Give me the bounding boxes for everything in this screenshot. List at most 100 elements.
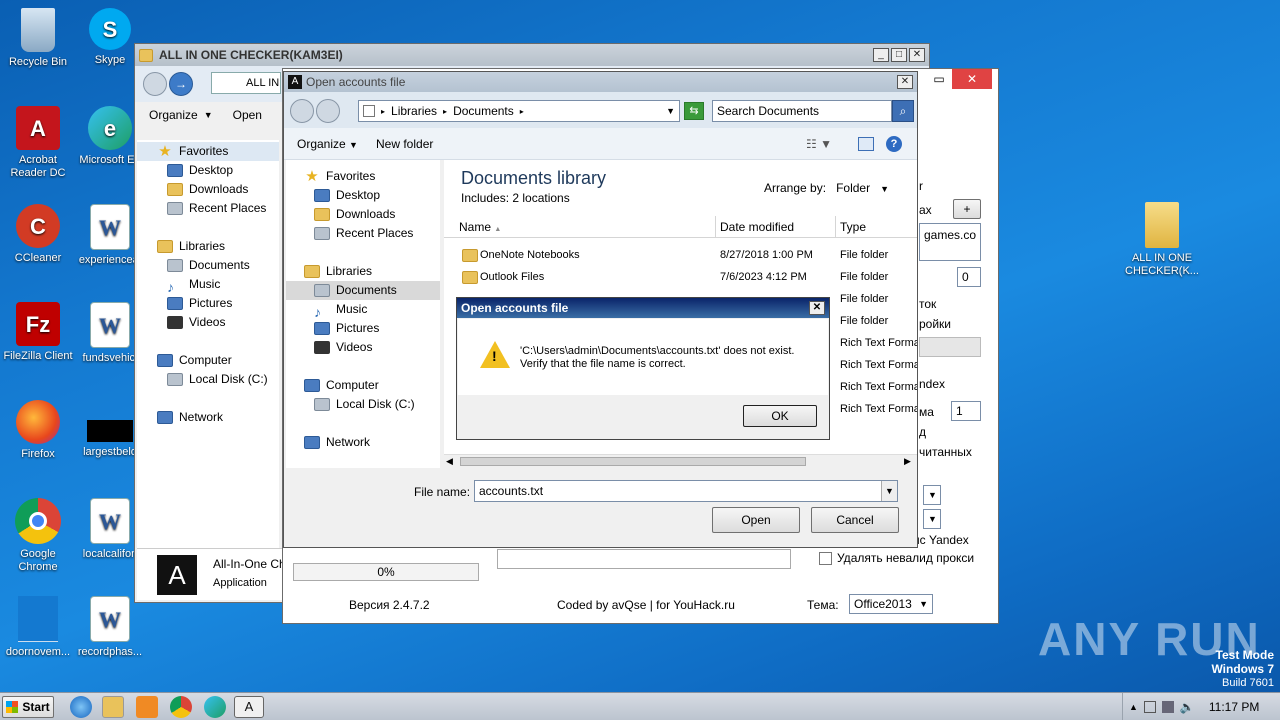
desktop-icon-chrome[interactable]: Google Chrome [0,498,76,574]
dropdown-1[interactable]: ▼ [923,485,941,505]
desktop-icon-doc4[interactable]: W recordphas... [72,596,148,659]
forward-button[interactable]: → [169,72,193,96]
nav-favorites[interactable]: ★ Favorites [286,167,440,186]
nav-libraries[interactable]: Libraries [137,237,279,256]
chrome-icon[interactable] [170,696,192,718]
close-button[interactable]: ✕ [909,48,925,62]
address-bar[interactable]: ALL IN [211,72,281,94]
action-center-icon[interactable] [1143,700,1156,713]
refresh-button[interactable]: ⇆ [684,102,704,120]
internet-explorer-icon[interactable] [70,696,92,718]
nav-computer[interactable]: Computer [286,376,440,395]
file-row[interactable]: Outlook Files 7/6/2023 4:12 PM File fold… [444,266,917,288]
desktop-icon-recycle-bin[interactable]: Recycle Bin [0,8,76,69]
filename-input[interactable]: accounts.txt ▼ [474,480,898,502]
maximize-button[interactable]: □ [891,48,907,62]
checkbox[interactable] [819,551,832,565]
column-name[interactable]: Name ▲ [459,220,501,234]
close-button[interactable]: ✕ [809,301,825,315]
threads-spinner[interactable]: 0 [957,267,981,287]
nav-network[interactable]: Network [137,408,279,427]
nav-favorites[interactable]: ★ Favorites [137,142,279,161]
nav-libraries[interactable]: Libraries [286,262,440,281]
nav-videos[interactable]: Videos [286,338,440,357]
back-button[interactable] [290,99,314,123]
media-player-icon[interactable] [136,696,158,718]
column-type[interactable]: Type [840,220,866,234]
forward-button[interactable] [316,99,340,123]
breadcrumb[interactable]: ▸ Libraries ▸ Documents ▸ ▼ [358,100,680,122]
nav-music[interactable]: ♪ Music [286,300,440,320]
back-button[interactable] [143,72,167,96]
search-input[interactable]: Search Documents [712,100,892,122]
word-document-icon: W [90,204,130,250]
retries-spinner[interactable]: 1 [951,401,981,421]
library-includes: Includes: 2 locations [461,191,570,205]
chevron-down-icon[interactable]: ▼ [881,481,897,501]
volume-icon[interactable]: 🔈 [1180,700,1195,714]
desktop-icon-filezilla[interactable]: Fz FileZilla Client [0,302,76,363]
delete-proxy-checkbox-row[interactable]: Удалять невалид прокси [819,551,974,565]
scroll-thumb[interactable] [460,457,806,466]
preview-pane-icon[interactable] [858,137,874,151]
organize-button[interactable]: Organize [149,108,198,122]
close-button[interactable]: ✕ [952,69,992,89]
desktop-icon-acrobat[interactable]: A Acrobat Reader DC [0,106,76,180]
nav-videos[interactable]: Videos [137,313,279,332]
desktop-icon-firefox[interactable]: Firefox [0,400,76,461]
nav-local-disk[interactable]: Local Disk (C:) [286,395,440,414]
scroll-left-arrow[interactable]: ◀ [446,456,453,467]
chevron-down-icon[interactable]: ▼ [666,106,675,116]
desktop-icon-doornovem[interactable]: doornovem... [0,596,76,659]
explorer-taskbar-icon[interactable] [102,696,124,718]
file-row[interactable]: OneNote Notebooks 8/27/2018 1:00 PM File… [444,244,917,266]
search-icon[interactable]: ⌕ [892,100,914,122]
nav-pictures[interactable]: Pictures [286,319,440,338]
edge-icon[interactable] [204,696,226,718]
theme-select[interactable]: Office2013 ▼ [849,594,933,614]
column-date[interactable]: Date modified [720,220,794,234]
downloads-folder-icon [314,208,330,221]
open-button[interactable]: Open [233,108,262,122]
nav-network[interactable]: Network [286,433,440,452]
arrange-by[interactable]: Arrange by: Folder ▼ [764,181,889,195]
add-button[interactable]: + [953,199,981,219]
desktop-icon-checker-folder[interactable]: ALL IN ONE CHECKER(K... [1122,202,1202,278]
nav-recent-places[interactable]: Recent Places [286,224,440,243]
breadcrumb-libraries[interactable]: Libraries [391,104,437,118]
nav-recent-places[interactable]: Recent Places [137,199,279,218]
nav-documents[interactable]: Documents [137,256,279,275]
scroll-right-arrow[interactable]: ▶ [904,456,911,467]
domain-field[interactable]: games.co [919,223,981,261]
nav-computer[interactable]: Computer [137,351,279,370]
checker-app-taskbar-icon[interactable]: A [234,696,264,718]
recent-places-icon [314,227,330,240]
dropdown-2[interactable]: ▼ [923,509,941,529]
network-tray-icon[interactable] [1161,700,1174,713]
new-folder-button[interactable]: New folder [376,137,433,151]
clock[interactable]: 11:17 PM [1209,700,1259,714]
nav-downloads[interactable]: Downloads [137,180,279,199]
nav-documents[interactable]: Documents [286,281,440,300]
view-icon[interactable]: ☷ ▼ [806,137,832,151]
delete-proxy-label: Удалять невалид прокси [837,551,975,565]
nav-desktop[interactable]: Desktop [137,161,279,180]
open-button[interactable]: Open [712,507,800,533]
ok-button[interactable]: OK [743,405,817,427]
organize-button[interactable]: Organize ▼ [297,137,358,151]
nav-local-disk[interactable]: Local Disk (C:) [137,370,279,389]
nav-desktop[interactable]: Desktop [286,186,440,205]
close-button[interactable]: ✕ [897,75,913,89]
maximize-button[interactable]: ▭ [926,69,952,89]
nav-downloads[interactable]: Downloads [286,205,440,224]
horizontal-scrollbar[interactable]: ◀ ▶ [444,454,917,468]
breadcrumb-documents[interactable]: Documents [453,104,514,118]
cancel-button[interactable]: Cancel [811,507,899,533]
desktop-icon-ccleaner[interactable]: C CCleaner [0,204,76,265]
help-icon[interactable]: ? [886,136,902,152]
start-button[interactable]: Start [2,696,54,718]
nav-music[interactable]: ♪ Music [137,275,279,295]
show-hidden-icons[interactable]: ▲ [1129,702,1138,712]
nav-pictures[interactable]: Pictures [137,294,279,313]
minimize-button[interactable]: _ [873,48,889,62]
